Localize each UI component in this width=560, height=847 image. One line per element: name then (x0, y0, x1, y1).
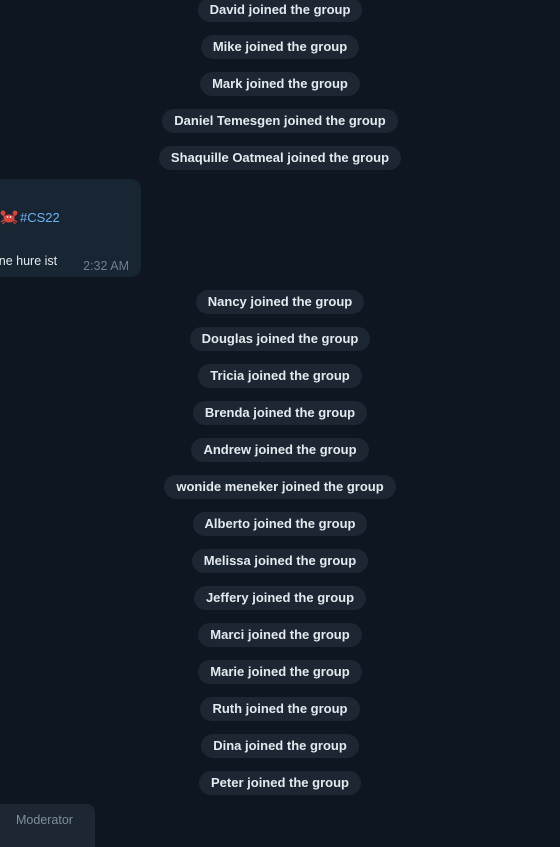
service-message: Marci joined the group (0, 623, 560, 649)
service-message: Jeffery joined the group (0, 586, 560, 612)
service-message: Douglas joined the group (0, 327, 560, 353)
service-message-text: Brenda joined the group (192, 401, 368, 425)
service-message-text: David joined the group (197, 0, 363, 22)
service-message: Mark joined the group (0, 72, 560, 98)
moderator-label: Moderator (16, 813, 73, 827)
message-bubble[interactable]: #CS22 ine hure ist 2:32 AM (0, 179, 141, 277)
service-message-text: Jeffery joined the group (193, 586, 367, 610)
service-message-text: Marie joined the group (198, 660, 362, 684)
service-message-text: Dina joined the group (201, 734, 359, 758)
message-hashtag-link[interactable]: #CS22 (20, 210, 60, 225)
service-message-text: Mike joined the group (200, 35, 360, 59)
service-message-text: Marci joined the group (198, 623, 362, 647)
service-message: Mike joined the group (0, 35, 560, 61)
service-message-text: Douglas joined the group (189, 327, 371, 351)
service-message: Ruth joined the group (0, 697, 560, 723)
message-time: 2:32 AM (83, 259, 129, 273)
chat-history[interactable]: David joined the group Mike joined the g… (0, 0, 560, 847)
service-message: David joined the group (0, 0, 560, 24)
service-message-text: Alberto joined the group (192, 512, 368, 536)
message-hashtag-line: #CS22 (0, 209, 60, 225)
service-message: wonide meneker joined the group (0, 475, 560, 501)
service-message: Daniel Temesgen joined the group (0, 109, 560, 135)
service-message: Melissa joined the group (0, 549, 560, 575)
service-message-text: Melissa joined the group (191, 549, 369, 573)
service-message: Alberto joined the group (0, 512, 560, 538)
service-message: Marie joined the group (0, 660, 560, 686)
service-message: Dina joined the group (0, 734, 560, 760)
service-message-text: Peter joined the group (199, 771, 361, 795)
message-text: ine hure ist (0, 254, 58, 268)
moderator-badge-bar[interactable]: Moderator (0, 804, 95, 847)
crab-icon (0, 209, 18, 225)
service-message: Shaquille Oatmeal joined the group (0, 146, 560, 172)
service-message-text: Nancy joined the group (195, 290, 365, 314)
service-message-text: Shaquille Oatmeal joined the group (158, 146, 402, 170)
service-message: Andrew joined the group (0, 438, 560, 464)
service-message: Nancy joined the group (0, 290, 560, 316)
service-message-text: Tricia joined the group (198, 364, 362, 388)
service-message: Peter joined the group (0, 771, 560, 797)
service-message-text: Andrew joined the group (191, 438, 369, 462)
service-message: Brenda joined the group (0, 401, 560, 427)
service-message-text: Mark joined the group (200, 72, 360, 96)
service-message-text: Daniel Temesgen joined the group (162, 109, 398, 133)
service-message-text: Ruth joined the group (200, 697, 360, 721)
service-message: Tricia joined the group (0, 364, 560, 390)
service-message-text: wonide meneker joined the group (164, 475, 396, 499)
